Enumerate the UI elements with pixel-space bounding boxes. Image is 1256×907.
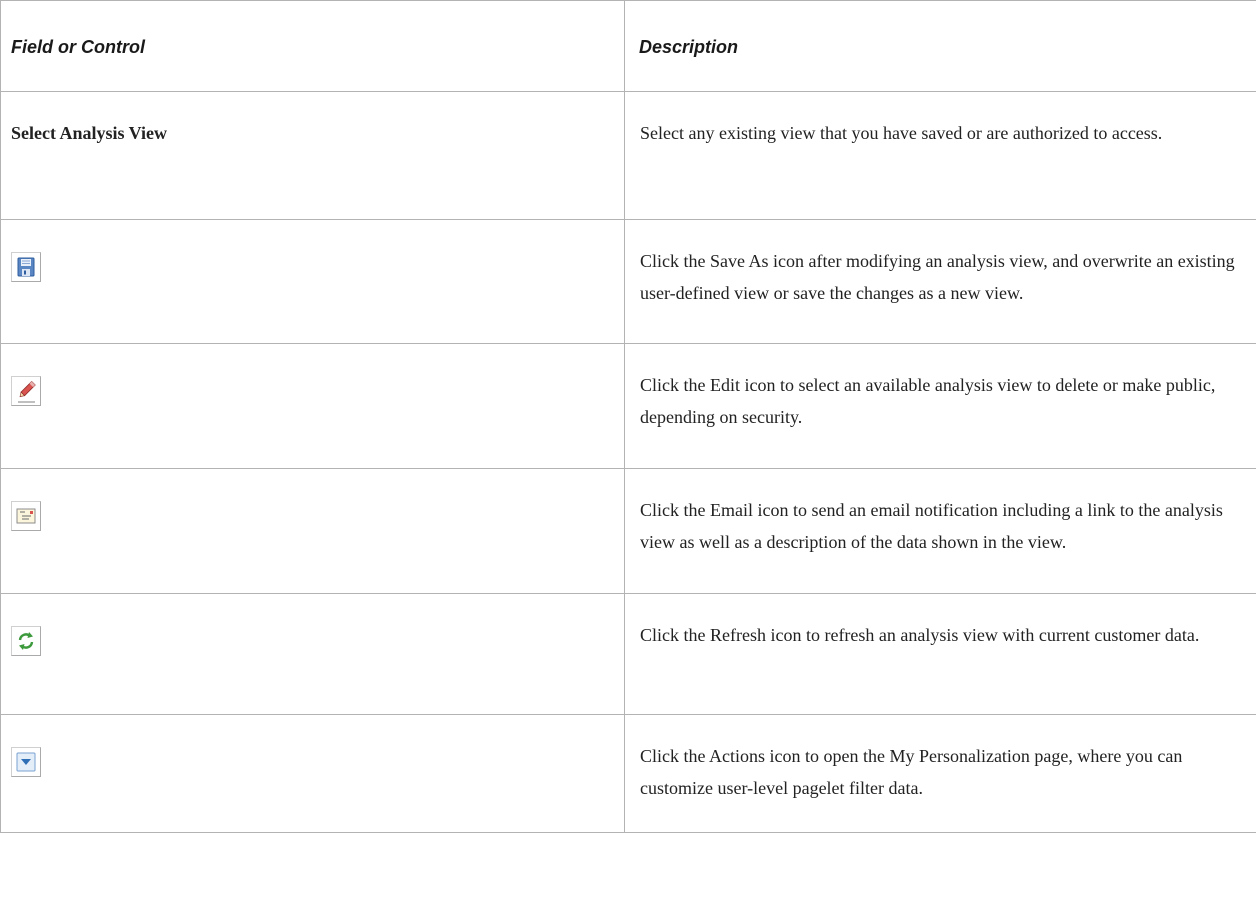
table-row: Click the Email icon to send an email no… [0,468,1256,594]
column-header-field-label: Field or Control [11,37,145,57]
description-cell: Click the Email icon to send an email no… [624,468,1256,594]
column-header-field: Field or Control [0,0,625,92]
description-text: Click the Actions icon to open the My Pe… [640,746,1183,798]
description-cell: Select any existing view that you have s… [624,91,1256,220]
table-row: Click the Actions icon to open the My Pe… [0,714,1256,833]
table-row: Click the Edit icon to select an availab… [0,343,1256,469]
actions-icon [11,747,41,777]
description-text: Click the Refresh icon to refresh an ana… [640,625,1200,645]
edit-icon [11,376,41,406]
description-cell: Click the Refresh icon to refresh an ana… [624,593,1256,715]
field-cell [0,343,625,469]
field-cell [0,593,625,715]
description-text: Select any existing view that you have s… [640,123,1163,143]
column-header-description: Description [624,0,1256,92]
description-cell: Click the Save As icon after modifying a… [624,219,1256,344]
description-cell: Click the Actions icon to open the My Pe… [624,714,1256,833]
table-header-row: Field or Control Description [0,0,1256,92]
field-cell [0,468,625,594]
description-text: Click the Save As icon after modifying a… [640,251,1235,303]
description-text: Click the Edit icon to select an availab… [640,375,1216,427]
description-cell: Click the Edit icon to select an availab… [624,343,1256,469]
description-text: Click the Email icon to send an email no… [640,500,1223,552]
column-header-description-label: Description [639,37,739,57]
save-as-icon [11,252,41,282]
table-row: Click the Save As icon after modifying a… [0,219,1256,344]
email-icon [11,501,41,531]
field-cell [0,714,625,833]
table-row: Select Analysis View Select any existing… [0,91,1256,220]
field-label-select-analysis-view: Select Analysis View [11,123,167,143]
field-cell [0,219,625,344]
refresh-icon [11,626,41,656]
field-description-table: Field or Control Description Select Anal… [0,0,1256,833]
table-row: Click the Refresh icon to refresh an ana… [0,593,1256,715]
field-cell: Select Analysis View [0,91,625,220]
